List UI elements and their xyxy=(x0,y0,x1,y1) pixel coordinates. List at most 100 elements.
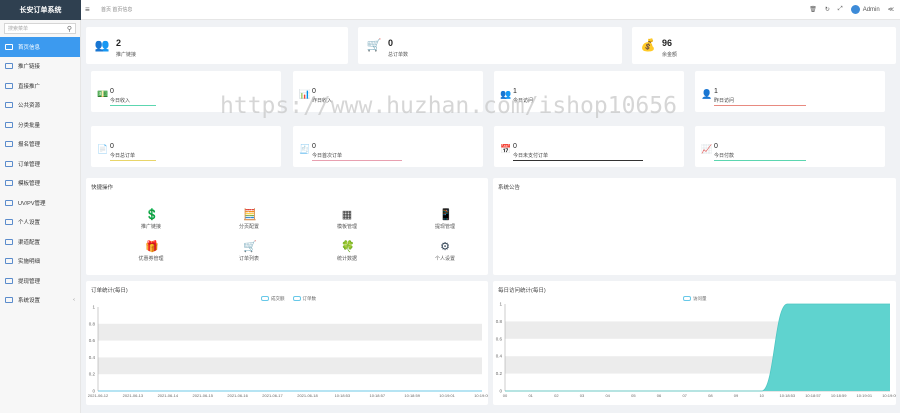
calculator-icon: 🧮 xyxy=(243,209,257,221)
fullscreen-icon[interactable]: ⤢ xyxy=(838,6,843,13)
x-tick-label: 2021-06-18 xyxy=(297,393,318,398)
settings-icon: ⚙ xyxy=(440,241,450,253)
quick-action-item[interactable]: ▦ 模板管理 xyxy=(322,209,372,230)
stat-value: 96 xyxy=(662,38,673,48)
stat-value: 0 xyxy=(110,88,114,95)
x-tick-label: 2021-06-17 xyxy=(262,393,283,398)
visit-chart: 00.20.40.60.8100 01 02 03 04 05 06 07 08 09 10 10:1… xyxy=(496,302,896,399)
order-chart-panel: 订单统计(每日) 成交额 订单数 0 0.2 0.4 0.6 0.8 1 2021-06-1… xyxy=(86,281,488,405)
sidebar-item-label: 实施明细 xyxy=(18,259,41,266)
sidebar-item[interactable]: UV/PV管理 xyxy=(0,193,80,213)
menu-icon xyxy=(5,258,13,265)
search-icon[interactable]: ⚲ xyxy=(67,25,72,33)
x-tick-label: 07 xyxy=(682,393,687,398)
quick-action-item[interactable]: 🍀 统计数据 xyxy=(322,241,372,262)
quick-action-item[interactable]: 🎁 优惠券管理 xyxy=(126,241,176,262)
accent-line xyxy=(714,160,806,161)
panel-title: 快捷操作 xyxy=(91,185,114,191)
quick-action-label: 个人设置 xyxy=(434,256,455,262)
refresh-icon[interactable]: ↻ xyxy=(825,6,830,13)
stat-label: 昨日收入 xyxy=(312,98,333,104)
quick-action-item[interactable]: 🧮 分页配置 xyxy=(224,209,274,230)
delete-icon[interactable]: 🗑 xyxy=(809,6,817,13)
x-tick-label: 10:18:59 xyxy=(831,393,847,398)
quick-action-item[interactable]: ⚙ 个人设置 xyxy=(420,241,470,262)
x-tick-label: 2021-06-14 xyxy=(158,393,179,398)
x-tick-label: 10:18:53 xyxy=(780,393,796,398)
x-tick-label: 10:19:05 xyxy=(474,393,488,398)
y-tick-label: 0.8 xyxy=(496,319,503,324)
menu-icon xyxy=(5,180,13,187)
menu-icon xyxy=(5,141,13,148)
quick-action-item[interactable]: 🛒 订单列表 xyxy=(224,241,274,262)
x-tick-label: 00 xyxy=(503,393,508,398)
menu-icon xyxy=(5,297,13,304)
accent-line xyxy=(714,105,806,106)
phone-icon: 📱 xyxy=(439,209,453,221)
sidebar-item[interactable]: 订单管理 xyxy=(0,154,80,174)
x-tick-label: 10:19:05 xyxy=(882,393,896,398)
quick-action-item[interactable]: 💲 推广链接 xyxy=(126,209,176,230)
sidebar-item[interactable]: 推广链接 xyxy=(0,57,80,77)
breadcrumb: 首页 首页信息 xyxy=(101,7,133,13)
stat-card-orders: 🛒 0 总订单数 xyxy=(358,27,622,64)
cart-icon: 🛒 xyxy=(243,241,257,253)
stat-label: 今日未支付订单 xyxy=(513,153,549,159)
quick-action-label: 分页配置 xyxy=(238,224,259,230)
menu-search-input[interactable]: 搜索菜单 ⚲ xyxy=(4,23,76,34)
user-menu[interactable]: Admin xyxy=(850,5,880,14)
avatar xyxy=(850,5,860,14)
stat-label: 今日首次订单 xyxy=(312,153,343,159)
sidebar-item-label: 提现管理 xyxy=(18,278,41,285)
x-tick-label: 10:19:01 xyxy=(439,393,455,398)
stat-value: 0 xyxy=(110,143,114,150)
menu-icon xyxy=(5,63,13,70)
accent-line xyxy=(312,160,402,161)
menu-toggle-icon[interactable]: ≡ xyxy=(85,5,99,14)
stat-label: 总订单数 xyxy=(388,52,409,58)
x-tick-label: 2021-06-12 xyxy=(88,393,109,398)
quick-action-label: 模板管理 xyxy=(336,224,357,230)
mini-stat-card: 📅 0 今日未支付订单 xyxy=(494,126,684,167)
y-tick-label: 0.6 xyxy=(496,336,503,341)
stat-label: 今日访问 xyxy=(513,98,534,104)
x-tick-label: 10:18:59 xyxy=(404,393,420,398)
x-tick-label: 09 xyxy=(734,393,739,398)
stat-value: 0 xyxy=(513,143,517,150)
y-tick-label: 0.4 xyxy=(89,355,96,360)
sidebar-item[interactable]: 实施明细 xyxy=(0,252,80,272)
settings-icon[interactable]: ≪ xyxy=(888,6,894,13)
sidebar-item[interactable]: 提现管理 xyxy=(0,271,80,291)
sidebar-item[interactable]: 渠道配置 xyxy=(0,232,80,252)
sidebar-item[interactable]: 报名管理 xyxy=(0,135,80,155)
stat-card-links: 👥 2 推广链接 xyxy=(86,27,348,64)
y-tick-label: 1 xyxy=(499,302,502,307)
x-tick-label: 10:18:53 xyxy=(335,393,351,398)
sidebar-item-label: 公共资源 xyxy=(18,103,41,110)
sidebar-item[interactable]: 系统设置 ‹ xyxy=(0,291,80,311)
sidebar-item[interactable]: 个人设置 xyxy=(0,213,80,233)
grid-icon: ▦ xyxy=(341,209,353,221)
sidebar-item[interactable]: 直接推广 xyxy=(0,76,80,96)
chart-icon: 🍀 xyxy=(341,241,355,253)
sidebar-item[interactable]: 首页信息 xyxy=(0,37,80,57)
sidebar-item[interactable]: 模板管理 xyxy=(0,174,80,194)
sidebar-item-label: 系统设置 xyxy=(18,298,41,305)
stat-icon: 🧾 xyxy=(299,144,311,154)
quick-action-item[interactable]: 📱 提现管理 xyxy=(420,209,470,230)
menu-icon xyxy=(5,277,13,284)
mini-stat-card: 💵 0 今日收入 xyxy=(91,71,281,112)
x-tick-label: 10 xyxy=(759,393,764,398)
sidebar-item-label: 个人设置 xyxy=(18,220,41,227)
x-tick-label: 04 xyxy=(605,393,610,398)
sidebar-item[interactable]: 分类批量 xyxy=(0,115,80,135)
x-tick-label: 01 xyxy=(528,393,533,398)
quick-action-label: 统计数据 xyxy=(336,256,357,262)
accent-line xyxy=(312,105,402,106)
sidebar-item[interactable]: 公共资源 xyxy=(0,96,80,116)
search-placeholder: 搜索菜单 xyxy=(8,26,29,32)
menu-icon xyxy=(5,219,13,226)
mini-stat-card: 👤 1 昨日访问 xyxy=(695,71,885,112)
notice-panel: 系统公告 xyxy=(493,178,896,275)
chevron-left-icon: ‹ xyxy=(73,297,75,304)
